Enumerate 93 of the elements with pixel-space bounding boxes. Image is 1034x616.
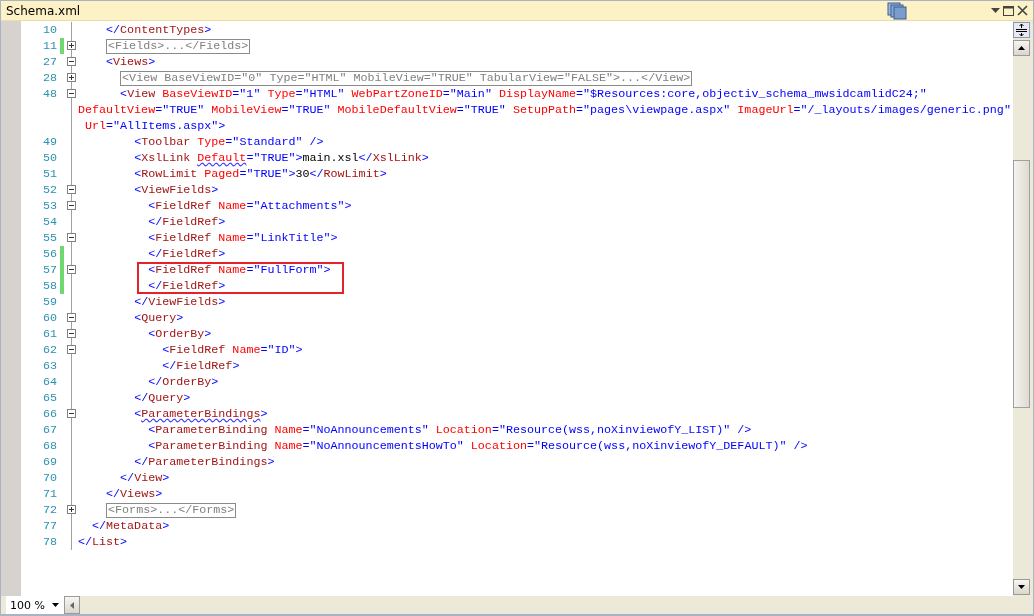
- line-number: 58: [41, 278, 58, 294]
- code-line: </OrderBy>: [147, 374, 219, 390]
- code-line: </ViewFields>: [133, 294, 226, 310]
- zoom-combobox[interactable]: 100 %: [6, 596, 64, 614]
- split-button[interactable]: [1013, 22, 1030, 38]
- scroll-up-button[interactable]: [1013, 40, 1030, 56]
- line-number: 56: [41, 246, 58, 262]
- expand-icon[interactable]: [67, 41, 76, 50]
- collapse-icon[interactable]: [67, 313, 76, 322]
- code-line: </ParameterBindings>: [133, 454, 275, 470]
- scroll-down-button[interactable]: [1013, 579, 1030, 595]
- dropdown-icon[interactable]: [991, 8, 1000, 13]
- code-line: <RowLimit Paged="TRUE">30</RowLimit>: [133, 166, 387, 182]
- collapse-icon[interactable]: [67, 185, 76, 194]
- line-number: 60: [41, 310, 58, 326]
- document-tab[interactable]: Schema.xml: [1, 3, 87, 18]
- collapse-icon[interactable]: [67, 233, 76, 242]
- code-line: DefaultView="TRUE" MobileView="TRUE" MobileDefaultView="TRUE" SetupPath="pages\viewpage.aspx" ImageUrl="/_layouts/images/generic.png": [78, 102, 1011, 118]
- code-line: Url="AllItems.aspx">: [84, 118, 226, 134]
- line-number: 59: [41, 294, 58, 310]
- line-number: 55: [41, 230, 58, 246]
- line-number: 78: [41, 534, 58, 550]
- line-number: 54: [41, 214, 58, 230]
- collapse-icon[interactable]: [67, 57, 76, 66]
- code-line: </View>: [119, 470, 170, 486]
- code-line: </MetaData>: [91, 518, 170, 534]
- left-arrow-icon: [70, 601, 74, 609]
- line-number: 67: [41, 422, 58, 438]
- line-number: 77: [41, 518, 58, 534]
- line-number: 69: [41, 454, 58, 470]
- code-line: </FieldRef>: [161, 358, 240, 374]
- line-number: 53: [41, 198, 58, 214]
- code-line: <FieldRef Name="ID">: [161, 342, 303, 358]
- code-line: <Toolbar Type="Standard" />: [133, 134, 324, 150]
- line-number: 65: [41, 390, 58, 406]
- code-line: <View BaseViewID="1" Type="HTML" WebPartZoneID="Main" DisplayName="$Resources:core,objectiv_schema_mwsidcamlidC24;": [119, 86, 927, 102]
- line-number: 48: [41, 86, 58, 102]
- line-number: 70: [41, 470, 58, 486]
- expand-icon[interactable]: [67, 73, 76, 82]
- collapse-icon[interactable]: [67, 345, 76, 354]
- splitter-icon: [1016, 24, 1027, 36]
- scroll-thumb[interactable]: [1013, 160, 1030, 408]
- up-arrow-icon: [1018, 46, 1025, 50]
- down-arrow-icon: [1018, 585, 1025, 589]
- line-number: 50: [41, 150, 58, 166]
- code-line: <ParameterBinding Name="NoAnnouncementsHowTo" Location="Resource(wss,noXinviewofY_DEFAULT)" />: [147, 438, 808, 454]
- code-line: <Views>: [105, 54, 156, 70]
- line-number: 68: [41, 438, 58, 454]
- collapse-icon[interactable]: [67, 89, 76, 98]
- line-number: 10: [41, 22, 58, 38]
- code-line: </Query>: [133, 390, 191, 406]
- line-number: 11: [41, 38, 58, 54]
- collapsed-region[interactable]: <View BaseViewID="0" Type="HTML" MobileView="TRUE" TabularView="FALSE">...</View>: [120, 71, 693, 86]
- windows-icon[interactable]: [887, 1, 907, 20]
- code-line: <ViewFields>: [133, 182, 219, 198]
- line-number: 57: [41, 262, 58, 278]
- collapsed-region[interactable]: <Fields>...</Fields>: [106, 39, 251, 54]
- maximize-icon[interactable]: [1003, 5, 1014, 16]
- line-number: 61: [41, 326, 58, 342]
- code-line: <ParameterBindings>: [133, 406, 268, 422]
- code-line: </List>: [78, 534, 128, 550]
- expand-icon[interactable]: [67, 505, 76, 514]
- code-line: </FieldRef>: [147, 214, 226, 230]
- collapsed-region[interactable]: <Forms>...</Forms>: [106, 503, 237, 518]
- code-line: <Query>: [133, 310, 184, 326]
- line-number: 52: [41, 182, 58, 198]
- code-line: <FieldRef Name="FullForm">: [148, 262, 331, 278]
- scroll-left-button[interactable]: [64, 596, 80, 614]
- line-number: 66: [41, 406, 58, 422]
- line-number: 64: [41, 374, 58, 390]
- code-line: </Views>: [105, 486, 163, 502]
- dropdown-arrow-icon[interactable]: [52, 603, 59, 607]
- line-number: 72: [41, 502, 58, 518]
- code-line: <OrderBy>: [147, 326, 212, 342]
- code-line: <FieldRef Name="Attachments">: [147, 198, 352, 214]
- line-number: 71: [41, 486, 58, 502]
- code-line: <XslLink Default="TRUE">main.xsl</XslLink>: [133, 150, 429, 166]
- line-number: 51: [41, 166, 58, 182]
- line-number: 62: [41, 342, 58, 358]
- line-number: 49: [41, 134, 58, 150]
- code-line: </FieldRef>: [148, 278, 226, 294]
- collapse-icon[interactable]: [67, 201, 76, 210]
- code-line: </FieldRef>: [147, 246, 226, 262]
- collapse-icon[interactable]: [67, 409, 76, 418]
- collapse-icon[interactable]: [67, 265, 76, 274]
- line-number: 27: [41, 54, 58, 70]
- collapse-icon[interactable]: [67, 329, 76, 338]
- code-line: </ContentTypes>: [105, 22, 212, 38]
- code-line: <FieldRef Name="LinkTitle">: [147, 230, 338, 246]
- line-number: 28: [41, 70, 58, 86]
- line-number: 63: [41, 358, 58, 374]
- close-icon[interactable]: [1017, 5, 1028, 16]
- code-line: <ParameterBinding Name="NoAnnouncements" Location="Resource(wss,noXinviewofY_LIST)" />: [147, 422, 752, 438]
